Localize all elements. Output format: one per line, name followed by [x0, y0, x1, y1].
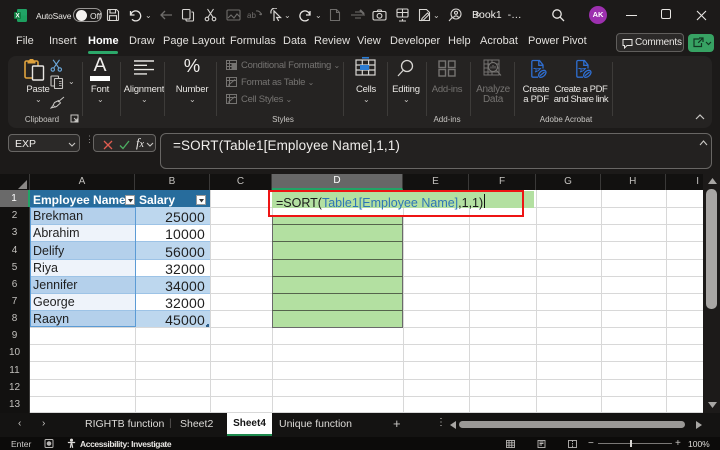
- svg-text:X: X: [15, 13, 20, 20]
- svg-text:ab: ab: [247, 11, 256, 20]
